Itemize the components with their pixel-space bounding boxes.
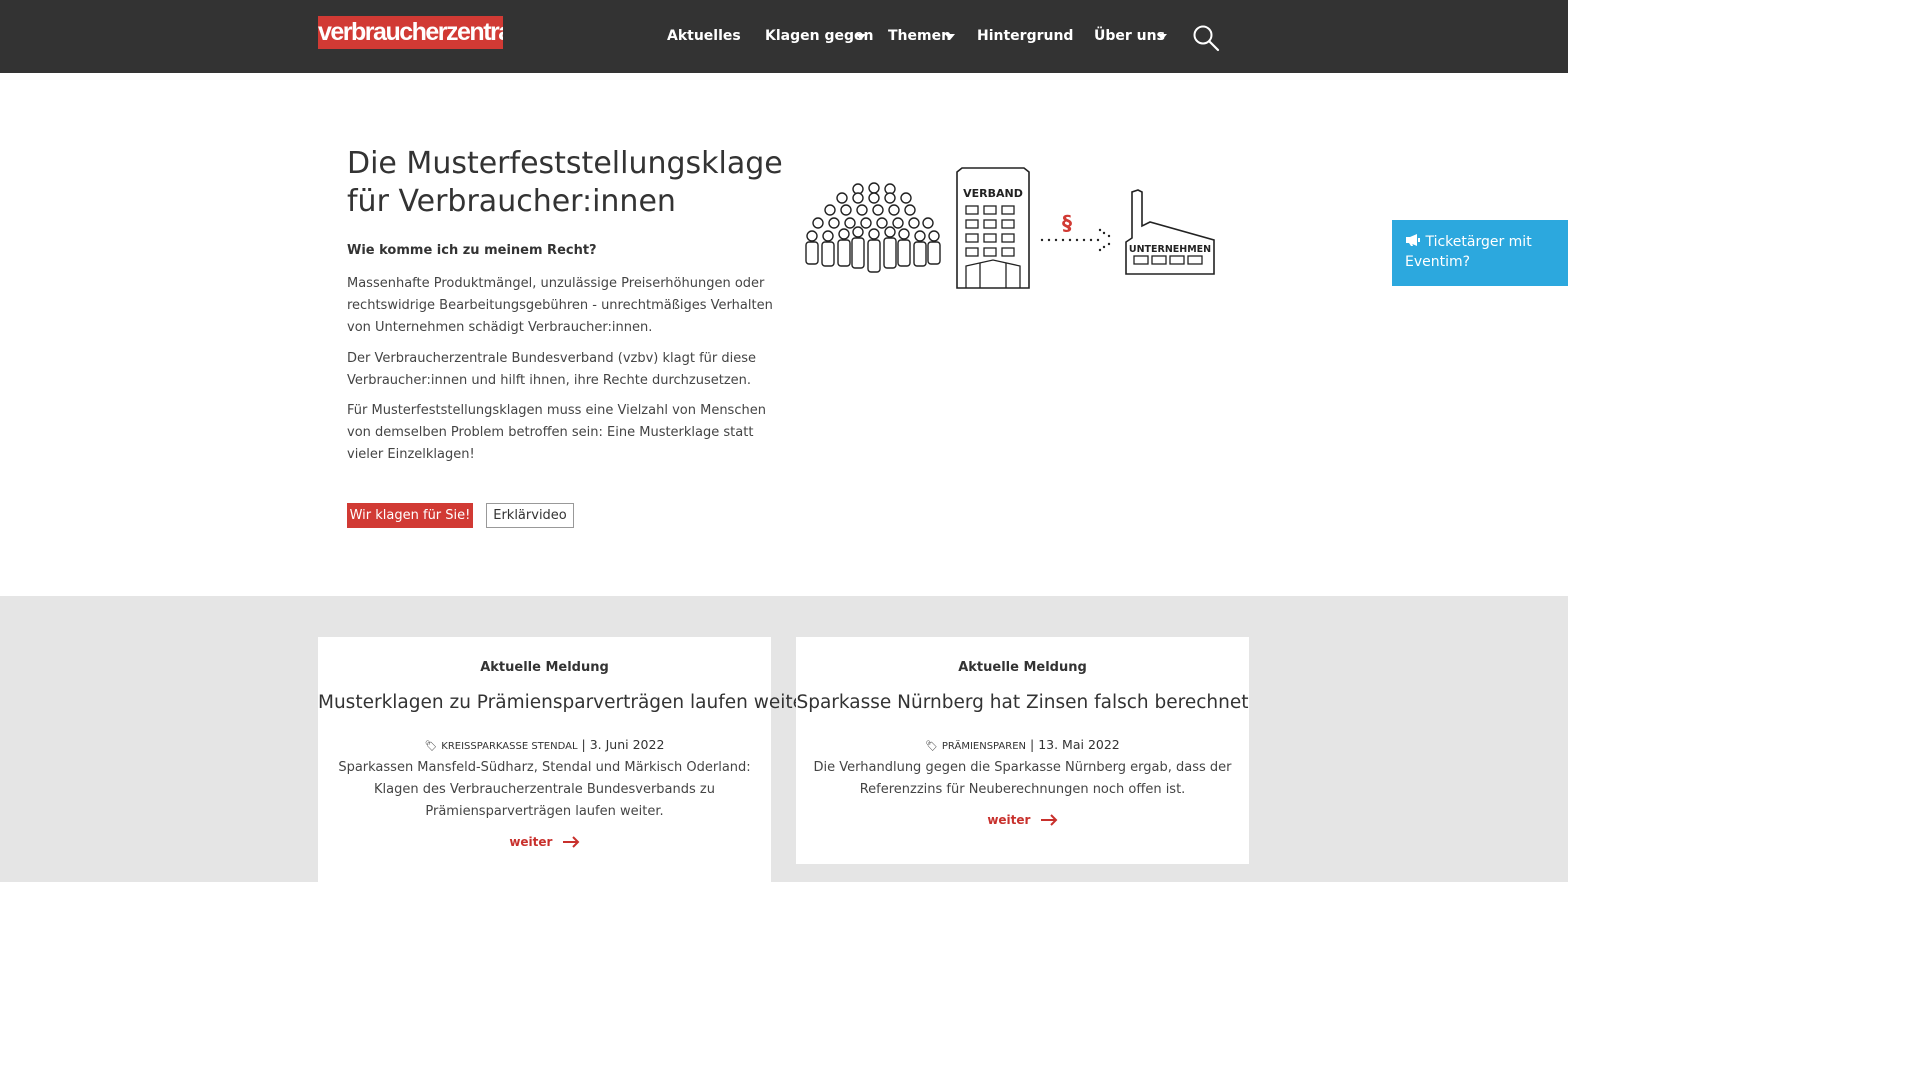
nav-item-hintergrund[interactable]: Hintergrund [977,0,1073,73]
page-title: Die Musterfeststellungsklage für Verbrau… [347,146,783,219]
ticketaerger-text: Ticketärger mit Eventim? [1405,234,1532,270]
weiter-label: weiter [987,813,1031,827]
wir-klagen-button[interactable]: Wir klagen für Sie! [347,503,473,528]
chevron-down-icon[interactable] [856,34,866,40]
nav-item-ueber-uns[interactable]: Über uns [1094,0,1165,73]
nav-item-aktuelles[interactable]: Aktuelles [667,0,741,73]
musterklage-illustration: VERBAND § UNTERNEHMEN [805,167,1215,289]
news-title[interactable]: Sparkasse Nürnberg hat Zinsen falsch ber… [796,692,1249,713]
weiter-link[interactable]: weiter [318,835,771,849]
news-date: 3. Juni 2022 [589,737,665,752]
megaphone-icon [1406,234,1420,246]
paragraph-sign: § [1062,211,1072,235]
arrow-right-icon [562,836,580,848]
erklaervideo-button[interactable]: Erklärvideo [486,503,574,528]
news-teaser: Sparkassen Mansfeld-Südharz, Stendal und… [338,760,751,819]
weiter-label: weiter [509,835,553,849]
factory-icon [1125,189,1215,275]
building-label: VERBAND [963,187,1023,200]
news-date: 13. Mai 2022 [1038,737,1120,752]
chevron-down-icon[interactable] [945,34,955,40]
verbraucherzentrale-logo[interactable]: verbraucherzentrale [318,16,503,49]
news-card: Aktuelle Meldung Sparkasse Nürnberg hat … [796,637,1249,864]
hero-paragraph: Massenhafte Produktmängel, unzulässige P… [347,276,773,335]
tag-icon: 🏷︎ [424,741,438,752]
news-kicker: Aktuelle Meldung [480,660,609,675]
news-meta: 🏷︎ Prämiensparen | 13. Mai 2022 [925,737,1120,752]
hero-question: Wie komme ich zu meinem Recht? [347,243,597,258]
dotted-arrow-icon [1040,228,1111,252]
news-kicker: Aktuelle Meldung [958,660,1087,675]
hero-paragraph: Für Musterfeststellungsklagen muss eine … [347,403,766,462]
hero-paragraph: Der Verbraucherzentrale Bundesverband (v… [347,351,757,388]
news-card: Aktuelle Meldung Musterklagen zu Prämien… [318,637,819,882]
crowd-icon [805,182,941,273]
ticketaerger-banner[interactable]: Ticketärger mit Eventim? [1392,220,1568,286]
news-meta: 🏷︎ Kreissparkasse Stendal | 3. Juni 2022 [424,737,665,752]
news-teaser: Die Verhandlung gegen die Sparkasse Nürn… [813,760,1232,797]
tag-icon: 🏷︎ [925,741,938,752]
search-icon[interactable] [1192,24,1220,52]
nav-item-themen[interactable]: Themen [888,0,951,73]
news-title[interactable]: Musterklagen zu Prämiensparverträgen lau… [318,692,819,713]
chevron-down-icon[interactable] [1157,34,1167,40]
news-tag[interactable]: Kreissparkasse Stendal [441,741,577,752]
top-navigation-bar: verbraucherzentrale Aktuelles Klagen geg… [0,0,1568,73]
arrow-right-icon [1040,814,1058,826]
building-icon [956,167,1030,289]
news-section [0,596,1568,882]
factory-label: UNTERNEHMEN [1129,244,1211,255]
news-tag[interactable]: Prämiensparen [942,741,1026,752]
weiter-link[interactable]: weiter [796,813,1249,827]
